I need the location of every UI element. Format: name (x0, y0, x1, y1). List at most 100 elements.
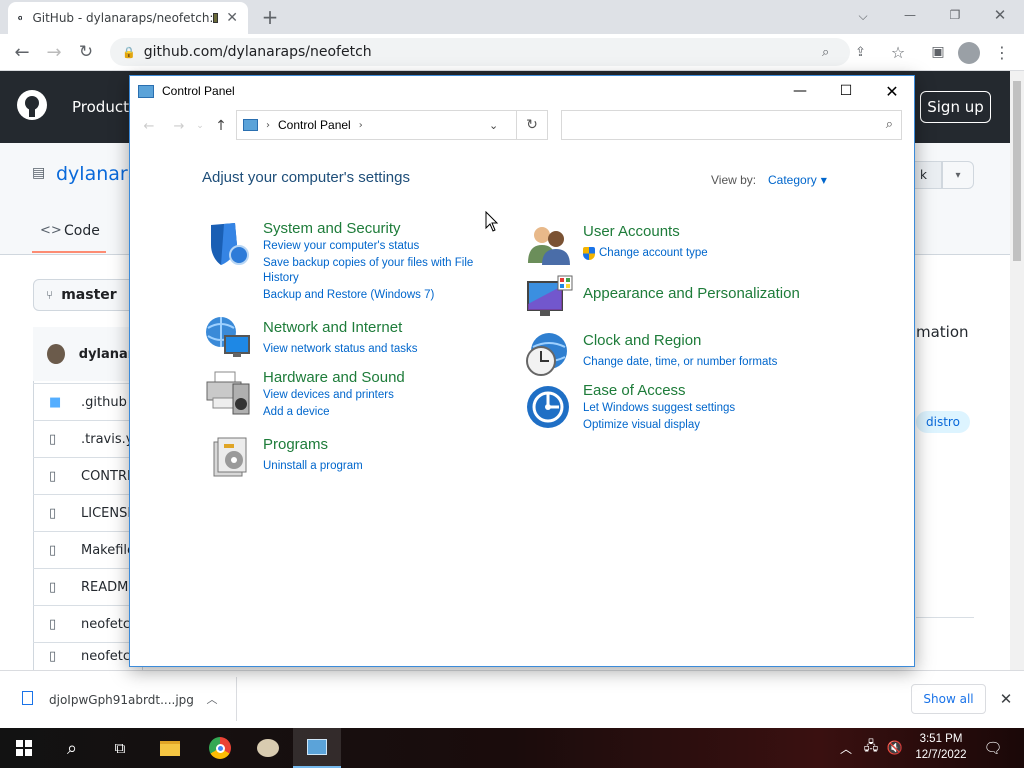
file-icon: ▯ (49, 431, 57, 447)
mouse-cursor-icon (485, 211, 499, 232)
file-row[interactable]: ▯ Makefile (33, 531, 143, 568)
link-backup-restore[interactable]: Backup and Restore (Windows 7) (263, 289, 434, 301)
tab-code[interactable]: Code (64, 223, 100, 239)
chrome-icon[interactable] (196, 728, 244, 768)
control-panel-window: Control Panel — ☐ ✕ ← → ⌄ ↑ › Control Pa… (129, 75, 915, 667)
forward-button[interactable]: → (170, 116, 188, 136)
bookmark-star-icon[interactable]: ☆ (886, 40, 910, 64)
link-change-date-time[interactable]: Change date, time, or number formats (583, 356, 777, 368)
browser-tab[interactable]: GitHub - dylanaraps/neofetch: ✕ (8, 2, 248, 34)
restore-browser-button[interactable]: ❐ (943, 4, 967, 26)
profile-avatar[interactable] (958, 42, 980, 64)
category-network-internet[interactable]: Network and Internet (263, 319, 402, 336)
ease-of-access-icon (527, 386, 569, 428)
url-text: github.com/dylanaraps/neofetch (143, 44, 372, 60)
clock[interactable]: 3:51 PM 12/7/2022 (908, 731, 974, 763)
file-row[interactable]: ▯ .travis.yr (33, 420, 143, 457)
close-download-bar-icon[interactable]: ✕ (998, 689, 1014, 709)
link-suggest-settings[interactable]: Let Windows suggest settings (583, 402, 735, 414)
file-row[interactable]: ▯ LICENSE (33, 494, 143, 531)
category-user-accounts[interactable]: User Accounts (583, 223, 680, 240)
minimize-button[interactable]: — (777, 76, 823, 106)
link-save-backup-cont[interactable]: History (263, 272, 299, 284)
link-review-status[interactable]: Review your computer's status (263, 240, 419, 252)
sign-up-button[interactable]: Sign up (920, 91, 991, 123)
share-icon[interactable]: ⇪ (855, 45, 866, 60)
volume-muted-icon[interactable]: 🔇 (884, 728, 906, 768)
category-clock-region[interactable]: Clock and Region (583, 332, 701, 349)
search-control-panel-input[interactable]: ⌕ (561, 110, 902, 140)
address-bar[interactable]: 🔒 github.com/dylanaraps/neofetch ⌕ ⇪ (110, 38, 866, 66)
new-tab-button[interactable]: + (258, 5, 282, 29)
github-logo-icon[interactable] (16, 89, 48, 121)
tab-close-icon[interactable]: ✕ (226, 10, 238, 26)
link-add-device[interactable]: Add a device (263, 406, 330, 418)
maximize-button[interactable]: ☐ (823, 76, 869, 106)
file-row[interactable]: ▯ neofetc (33, 642, 143, 670)
page-scrollbar[interactable] (1010, 71, 1024, 670)
zoom-search-icon[interactable]: ⌕ (822, 45, 829, 60)
close-button[interactable]: ✕ (869, 76, 915, 106)
menu-dots-icon[interactable]: ⋮ (992, 40, 1012, 64)
start-windows-icon[interactable] (0, 728, 48, 768)
topic-badge[interactable]: distro (916, 411, 970, 433)
uac-shield-icon (583, 247, 595, 260)
link-save-backup[interactable]: Save backup copies of your files with Fi… (263, 257, 473, 269)
close-browser-button[interactable]: ✕ (988, 4, 1012, 26)
control-panel-taskbar-icon[interactable] (293, 728, 341, 768)
file-row[interactable]: ▯ READM (33, 568, 143, 605)
link-network-status[interactable]: View network status and tasks (263, 343, 417, 355)
back-button[interactable]: ← (140, 116, 158, 136)
download-filename[interactable]: djoIpwGph91abrdt....jpg (49, 693, 194, 707)
link-uninstall-program[interactable]: Uninstall a program (263, 460, 363, 472)
notifications-icon[interactable]: 🗨 (978, 728, 1008, 768)
minimize-browser-button[interactable]: — (898, 4, 922, 26)
paint-icon[interactable] (244, 728, 292, 768)
file-row[interactable]: ▯ neofetc (33, 605, 143, 642)
show-all-button[interactable]: Show all (911, 684, 986, 714)
search-icon: ⌕ (885, 117, 893, 132)
forward-arrow-icon[interactable]: → (42, 40, 66, 64)
category-programs[interactable]: Programs (263, 436, 328, 453)
view-by-dropdown[interactable]: Category ▼ (768, 173, 827, 187)
search-icon[interactable]: ⌕ (48, 728, 96, 768)
category-appearance[interactable]: Appearance and Personalization (583, 285, 800, 302)
tab-search-chevron-icon[interactable]: ⌵ (852, 6, 874, 26)
code-icon: <> (40, 223, 62, 238)
breadcrumb[interactable]: Control Panel (278, 118, 351, 132)
link-change-account-type[interactable]: Change account type (599, 247, 708, 259)
download-chevron-up-icon[interactable]: ︿ (204, 689, 220, 709)
file-row[interactable]: ▯ CONTRI (33, 457, 143, 494)
product-menu[interactable]: Product (72, 98, 129, 116)
clock-date: 12/7/2022 (915, 749, 967, 761)
category-hardware-sound[interactable]: Hardware and Sound (263, 369, 405, 386)
link-optimize-display[interactable]: Optimize visual display (583, 419, 700, 431)
file-explorer-icon[interactable] (146, 728, 194, 768)
task-view-icon[interactable]: ⧉ (96, 728, 144, 768)
lock-icon: 🔒 (122, 45, 136, 59)
back-arrow-icon[interactable]: ← (10, 40, 34, 64)
code-tab-underline (32, 251, 106, 253)
address-dropdown-icon[interactable]: ⌄ (489, 119, 498, 132)
up-button[interactable]: ↑ (212, 116, 230, 136)
hardware-printer-icon (206, 371, 250, 415)
link-view-devices[interactable]: View devices and printers (263, 389, 394, 401)
control-panel-icon (138, 84, 154, 98)
refresh-button[interactable]: ↻ (516, 110, 548, 140)
file-row[interactable]: ■ .github (33, 383, 143, 420)
fork-dropdown-icon[interactable]: ▾ (942, 161, 974, 189)
windows-taskbar: ⌕ ⧉ ︿ 🖧 🔇 3:51 PM 12/7/2022 🗨 (0, 728, 1024, 768)
page-heading: Adjust your computer's settings (202, 169, 410, 186)
recent-locations-chevron-icon[interactable]: ⌄ (194, 116, 206, 136)
scrollbar-thumb[interactable] (1013, 81, 1021, 261)
commit-avatar (47, 344, 65, 364)
category-system-security[interactable]: System and Security (263, 220, 401, 237)
sidepanel-icon[interactable]: ▣ (926, 40, 950, 64)
address-box[interactable]: › Control Panel › ⌄ (236, 110, 548, 140)
reload-icon[interactable]: ↻ (74, 40, 98, 64)
network-icon[interactable]: 🖧 (860, 728, 882, 768)
branch-select[interactable]: ⑂ master (33, 279, 138, 311)
category-ease-of-access[interactable]: Ease of Access (583, 382, 686, 399)
repo-owner-link[interactable]: dylanara (56, 163, 139, 185)
show-hidden-icons-chevron[interactable]: ︿ (836, 728, 856, 768)
